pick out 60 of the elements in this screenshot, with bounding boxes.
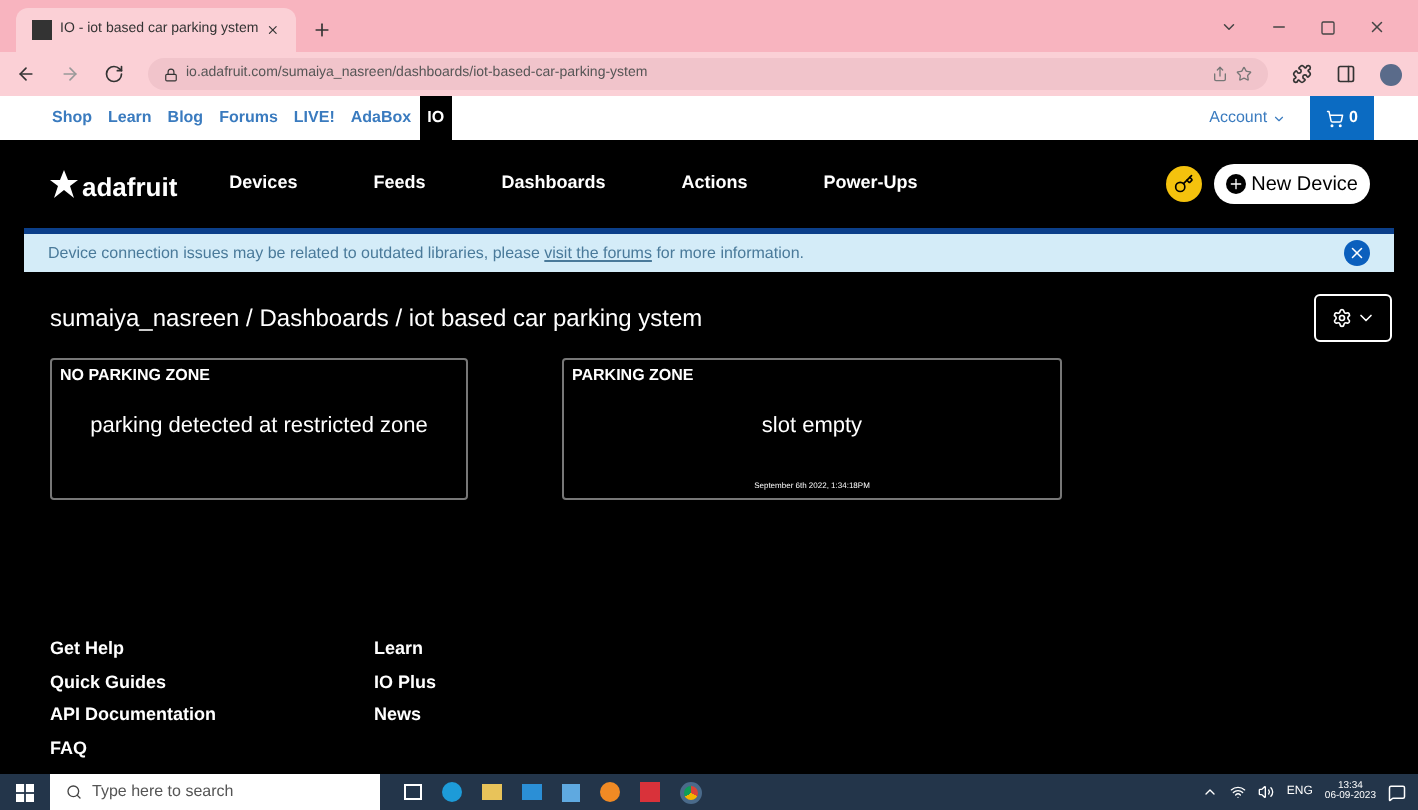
site-nav-link[interactable]: LIVE! [285,96,343,140]
search-icon [66,784,82,800]
header-nav-link[interactable]: Devices [229,170,298,198]
chevron-up-icon[interactable] [1202,784,1219,800]
site-nav-link[interactable]: AdaBox [342,96,420,140]
breadcrumb: sumaiya_nasreen / Dashboards / iot based car parking ystem [50,302,703,336]
site-nav-link[interactable]: IO [419,96,453,140]
bookmark-star-icon[interactable] [1236,66,1252,82]
forums-link[interactable]: visit the forums [544,243,652,261]
footer-link[interactable]: Learn [374,636,437,663]
chrome-app-icon[interactable] [680,781,702,803]
maximize-icon[interactable] [1320,19,1336,35]
tab-search-icon[interactable] [1220,18,1238,36]
wifi-icon[interactable] [1230,784,1247,800]
header-nav-link[interactable]: Actions [681,170,748,198]
site-nav-link[interactable]: Forums [211,96,286,140]
side-panel-icon[interactable] [1336,64,1356,84]
profile-avatar[interactable] [1380,63,1402,85]
speaker-icon[interactable] [1258,784,1275,800]
header-nav-link[interactable]: Feeds [373,170,426,198]
block-value: slot empty [759,412,865,442]
footer-link[interactable]: FAQ [50,735,217,762]
footer-link[interactable]: News [374,702,437,729]
key-icon [1173,174,1194,194]
header-nav-link[interactable]: Power-Ups [823,170,918,198]
notice-text: Device connection issues may be related to outdated libraries, please visit the forums for more information. [48,241,804,265]
cart-icon [1325,109,1344,127]
footer-link[interactable]: Quick Guides [50,669,217,696]
block-title: PARKING ZONE [572,364,696,388]
block-value: parking detected at restricted zone [88,412,430,442]
new-device-button[interactable]: New Device [1213,164,1370,204]
gear-icon [1331,308,1351,328]
close-icon[interactable] [1368,18,1386,36]
new-tab-icon[interactable] [312,20,332,40]
back-icon[interactable] [16,64,36,84]
logo-text: adafruit [82,174,178,200]
close-icon[interactable] [266,22,280,38]
settings-menu-button[interactable] [1314,294,1392,342]
favicon-icon [32,20,52,40]
footer-link[interactable]: API Documentation [50,702,217,729]
caret-icon [1271,111,1286,125]
block-title: NO PARKING ZONE [60,364,212,388]
task-view-icon[interactable] [404,784,422,800]
share-icon[interactable] [1212,66,1228,82]
site-nav-link[interactable]: Shop [44,96,100,140]
cart-button[interactable]: 0 [1309,96,1374,140]
header-nav-link[interactable]: Dashboards [501,170,606,198]
key-button[interactable] [1165,166,1202,202]
taskbar-search-field[interactable]: Type here to search [50,774,380,810]
extensions-icon[interactable] [1292,64,1312,84]
site-nav-link[interactable]: Learn [100,96,160,140]
footer-link[interactable]: IO Plus [374,669,437,696]
notifications-icon[interactable] [1388,783,1406,801]
reload-icon[interactable] [104,64,124,84]
windows-logo-icon[interactable] [16,783,34,801]
site-nav-link[interactable]: Blog [159,96,212,140]
close-icon[interactable] [1344,240,1370,266]
account-menu[interactable]: Account [1209,96,1286,140]
lock-icon [164,67,178,81]
footer-link[interactable]: Get Help [50,636,217,663]
